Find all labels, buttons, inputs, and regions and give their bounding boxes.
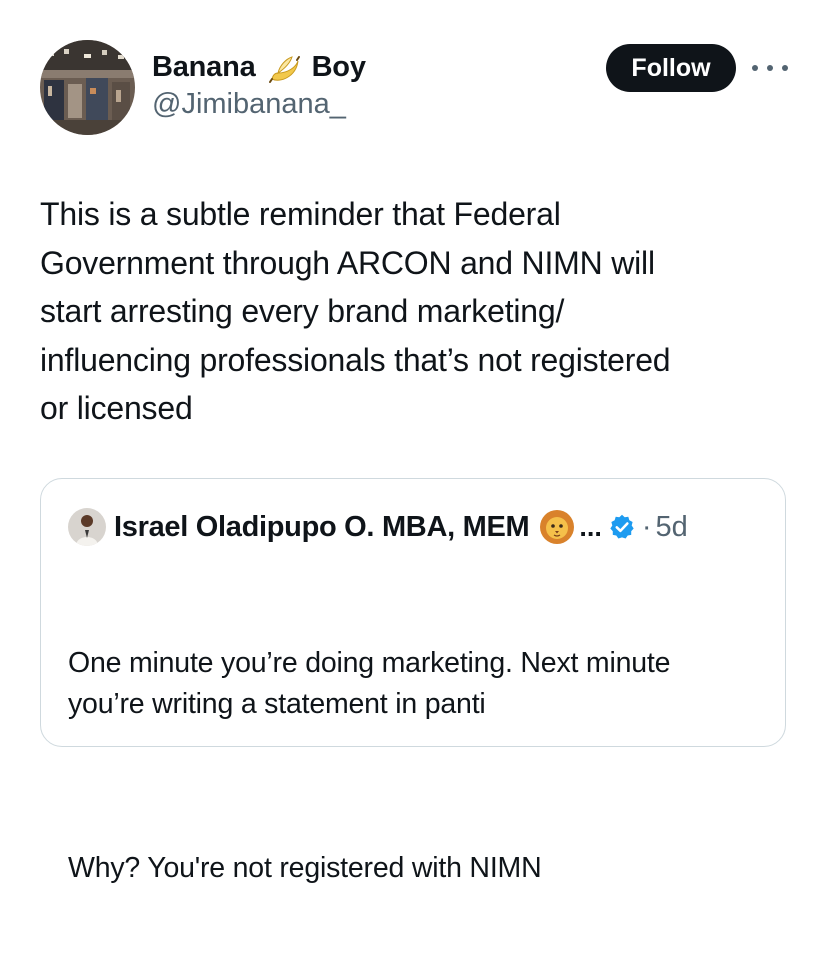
quoted-tweet-header: Israel Oladipupo O. MBA, MEM ... · 5d xyxy=(68,507,688,547)
dot xyxy=(767,65,773,71)
dot xyxy=(752,65,758,71)
lion-emoji-icon xyxy=(539,509,575,545)
quoted-tweet-paragraph-1: One minute you’re doing marketing. Next … xyxy=(68,647,671,720)
name-truncation-ellipsis: ... xyxy=(579,511,602,542)
verified-badge-icon xyxy=(608,513,636,541)
quoted-author-name[interactable]: Israel Oladipupo O. MBA, MEM xyxy=(114,511,530,544)
quoted-author-avatar[interactable] xyxy=(68,508,106,546)
more-options-icon[interactable] xyxy=(752,58,788,78)
banana-emoji-icon xyxy=(266,49,302,85)
quoted-tweet-text: One minute you’re doing marketing. Next … xyxy=(68,561,768,971)
tweet-text: This is a subtle reminder that Federal G… xyxy=(40,196,671,426)
separator-dot: · xyxy=(641,510,652,543)
author-avatar-image xyxy=(40,40,135,135)
author-handle[interactable]: @Jimibanana_ xyxy=(152,88,346,121)
author-name[interactable]: Banana Boy xyxy=(152,47,366,87)
dot xyxy=(782,65,788,71)
quoted-tweet-paragraph-2: Why? You're not registered with NIMN xyxy=(68,852,542,884)
quoted-author-avatar-image xyxy=(68,508,106,546)
quoted-tweet-timestamp[interactable]: 5d xyxy=(656,511,688,544)
author-name-part2: Boy xyxy=(311,50,366,83)
follow-button[interactable]: Follow xyxy=(606,44,736,92)
quoted-tweet-card[interactable]: Israel Oladipupo O. MBA, MEM ... · 5d On… xyxy=(40,478,786,884)
author-name-part1: Banana xyxy=(152,50,256,83)
author-avatar[interactable] xyxy=(40,40,135,135)
